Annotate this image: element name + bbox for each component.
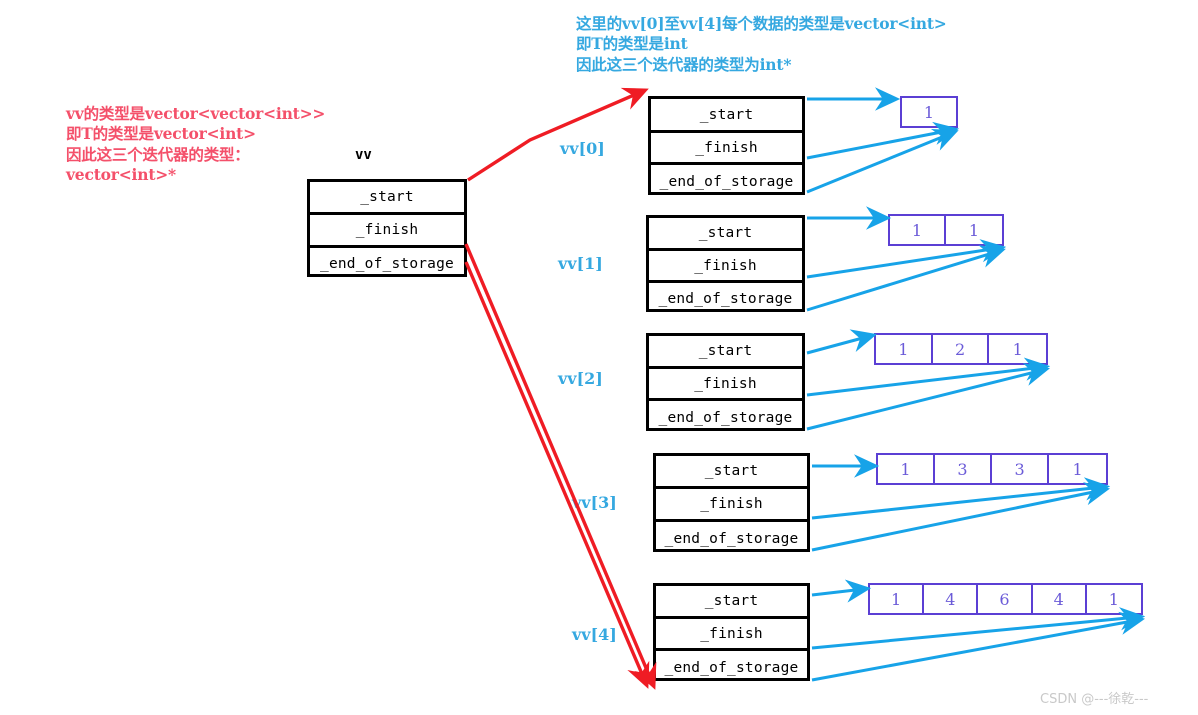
vv1-struct-box: _start _finish _end_of_storage (646, 215, 805, 312)
vv1-cell-0: 1 (890, 216, 947, 244)
red-arrow-start-to-vv0 (467, 87, 649, 182)
vv0-field-finish: _finish (651, 133, 802, 165)
vv4-cell-0: 1 (870, 585, 925, 613)
vv2-cell-0: 1 (876, 335, 933, 363)
vv4-data-array: 1 4 6 4 1 (868, 583, 1143, 615)
vv0-field-end-of-storage: _end_of_storage (659, 173, 794, 190)
vv3-cell-1: 3 (935, 455, 993, 483)
annotation-top-cyan: 这里的vv[0]至vv[4]每个数据的类型是vector<int> 即T的类型是… (576, 14, 947, 74)
vv4-cell-2: 6 (978, 585, 1033, 613)
red-arrow-endofstorage-to-vv4 (464, 261, 650, 689)
vv3-data-array: 1 3 3 1 (876, 453, 1108, 485)
vv4-struct-box: _start _finish _end_of_storage (653, 583, 810, 681)
vv2-field-finish: _finish (649, 369, 802, 401)
vv1-field-start: _start (649, 218, 802, 251)
vv3-field-end-of-storage: _end_of_storage (664, 530, 799, 547)
vv0-field-start: _start (651, 99, 802, 133)
vv-struct-box: _start _finish _end_of_storage (307, 179, 467, 277)
vv4-field-start: _start (656, 586, 807, 619)
vv3-struct-box: _start _finish _end_of_storage (653, 453, 810, 552)
vv4-cell-4: 1 (1108, 589, 1119, 609)
vv4-cell-3: 4 (1033, 585, 1087, 613)
vv2-struct-box: _start _finish _end_of_storage (646, 333, 805, 431)
annotation-left-red: vv的类型是vector<vector<int>> 即T的类型是vector<i… (66, 104, 326, 185)
vv0-struct-box: _start _finish _end_of_storage (648, 96, 805, 195)
vv4-field-finish: _finish (656, 619, 807, 651)
vv1-field-end-of-storage: _end_of_storage (658, 291, 793, 307)
vv3-cell-0: 1 (878, 455, 936, 483)
vv-field-start: _start (310, 182, 464, 215)
vv4-field-end-of-storage: _end_of_storage (664, 659, 799, 676)
vv4-cell-1: 4 (924, 585, 979, 613)
vv1-data-array: 1 1 (888, 214, 1004, 246)
red-arrow-finish-to-vv4 (464, 243, 657, 690)
vv2-cell-2: 1 (1012, 339, 1023, 359)
vv3-field-finish: _finish (656, 489, 807, 522)
vv2-field-start: _start (649, 336, 802, 369)
vv1-cell-1: 1 (968, 220, 980, 240)
vv2-cell-1: 2 (933, 335, 990, 363)
vv3-cell-2: 3 (992, 455, 1050, 483)
vv0-cell-0: 1 (923, 102, 935, 122)
row-label-vv1: vv[1] (558, 254, 603, 273)
vv-field-end-of-storage: _end_of_storage (320, 256, 454, 272)
csdn-watermark: CSDN @---徐乾--- (1040, 692, 1149, 707)
vv0-data-array: 1 (900, 96, 958, 128)
vv3-field-start: _start (656, 456, 807, 489)
vv2-data-array: 1 2 1 (874, 333, 1048, 365)
vv-title: vv (355, 147, 372, 163)
vv2-field-end-of-storage: _end_of_storage (658, 409, 793, 426)
vv-field-finish: _finish (310, 215, 464, 248)
row-label-vv0: vv[0] (560, 139, 605, 158)
vv1-field-finish: _finish (649, 251, 802, 283)
row-label-vv3: vv[3] (572, 493, 617, 512)
vv3-cell-3: 1 (1072, 459, 1083, 479)
row-label-vv4: vv[4] (572, 625, 617, 644)
row-label-vv2: vv[2] (558, 369, 603, 388)
diagram-canvas: vv的类型是vector<vector<int>> 即T的类型是vector<i… (0, 0, 1198, 715)
